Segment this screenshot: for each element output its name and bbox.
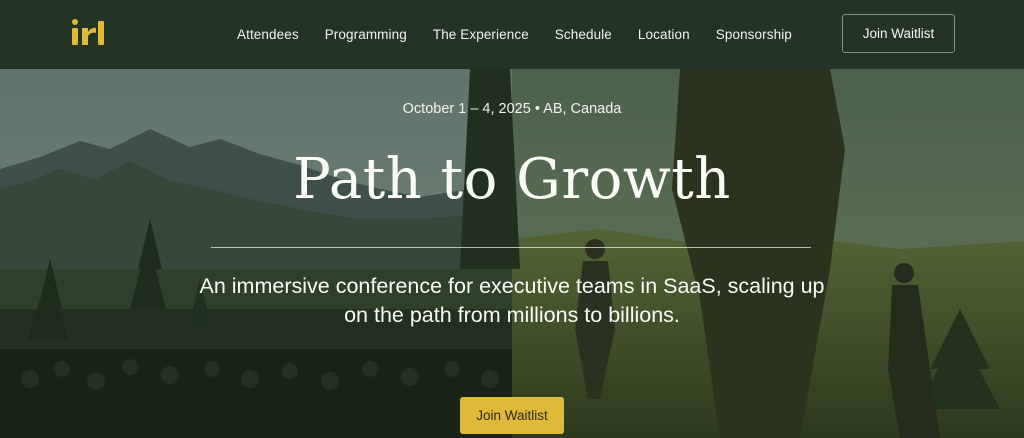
header-join-waitlist-button[interactable]: Join Waitlist xyxy=(842,14,955,53)
hero-subtitle: An immersive conference for executive te… xyxy=(199,274,825,327)
event-date-location: October 1 – 4, 2025 • AB, Canada xyxy=(402,101,622,117)
nav-programming[interactable]: Programming xyxy=(325,27,407,42)
hero-content: October 1 – 4, 2025 • AB, Canada Path to… xyxy=(0,69,1024,438)
nav-attendees[interactable]: Attendees xyxy=(237,27,299,42)
hero-title: Path to Growth xyxy=(293,147,731,212)
title-divider xyxy=(211,247,811,248)
nav-location[interactable]: Location xyxy=(638,27,690,42)
nav-schedule[interactable]: Schedule xyxy=(555,27,612,42)
nav-sponsorship[interactable]: Sponsorship xyxy=(716,27,792,42)
site-header: Attendees Programming The Experience Sch… xyxy=(0,0,1024,69)
hero-join-waitlist-button[interactable]: Join Waitlist xyxy=(460,397,564,434)
main-nav: Attendees Programming The Experience Sch… xyxy=(237,0,792,69)
nav-the-experience[interactable]: The Experience xyxy=(433,27,529,42)
hero-section: October 1 – 4, 2025 • AB, Canada Path to… xyxy=(0,69,1024,438)
irl-logo[interactable] xyxy=(68,18,108,50)
